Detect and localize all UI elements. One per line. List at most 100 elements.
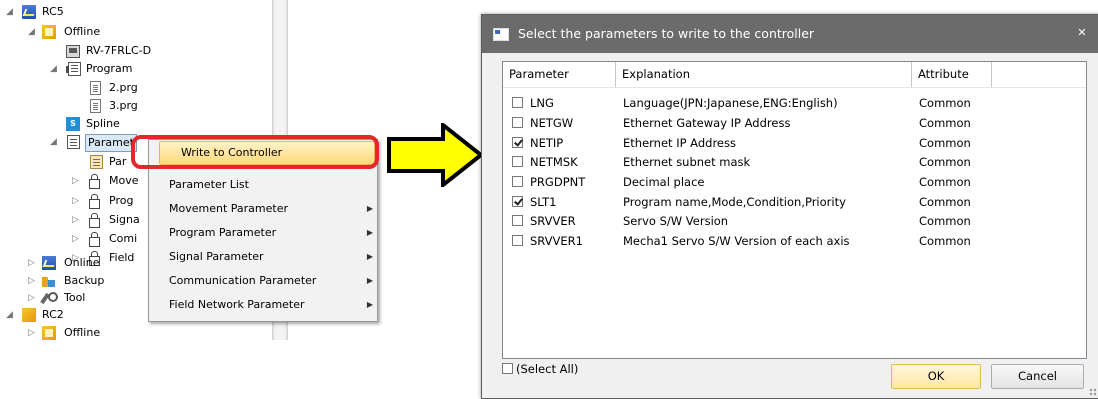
list-item[interactable]: LNG Language(JPN:Japanese,ENG:English) C… — [503, 93, 1086, 113]
tree-node-label: Tool — [64, 291, 86, 304]
collapse-toggle-icon[interactable]: ◢ — [28, 24, 35, 40]
tree-node-robot[interactable]: RV-7FRLC-D — [66, 43, 186, 59]
list-item[interactable]: NETIP Ethernet IP Address Common — [503, 133, 1086, 153]
resize-grip-icon[interactable] — [1089, 388, 1097, 396]
tree-node-parameter-list[interactable]: Par — [90, 154, 130, 170]
spline-icon: S — [66, 117, 80, 131]
parameter-name: NETGW — [530, 116, 574, 130]
tree-node-rc2[interactable]: ◢ RC2 — [6, 307, 96, 323]
controller-icon — [22, 5, 36, 19]
submenu-arrow-icon: ▶ — [366, 228, 373, 237]
write-parameters-dialog: Select the parameters to write to the co… — [481, 14, 1098, 399]
list-item[interactable]: NETMSK Ethernet subnet mask Common — [503, 152, 1086, 172]
column-header-parameter[interactable]: Parameter — [503, 62, 616, 87]
tree-node-label: Move — [109, 174, 139, 187]
tree-node-signal[interactable]: ▷ Signa — [72, 212, 142, 228]
expand-toggle-icon[interactable]: ▷ — [28, 325, 35, 341]
file-icon — [90, 81, 101, 95]
expand-toggle-icon[interactable]: ▷ — [28, 273, 35, 289]
row-checkbox[interactable] — [512, 196, 523, 207]
offline-folder-icon — [42, 25, 56, 39]
row-checkbox[interactable] — [512, 156, 523, 167]
expand-toggle-icon[interactable]: ▷ — [72, 193, 79, 209]
tree-node-movement[interactable]: ▷ Move — [72, 173, 142, 189]
collapse-toggle-icon[interactable]: ◢ — [6, 307, 13, 323]
parameter-explanation: Program name,Mode,Condition,Priority — [623, 195, 846, 209]
dialog-titlebar[interactable]: Select the parameters to write to the co… — [482, 15, 1098, 53]
collapse-toggle-icon[interactable]: ◢ — [50, 61, 57, 77]
tree-node-offline[interactable]: ◢ Offline — [28, 24, 118, 40]
tree-node-label: RC5 — [42, 5, 64, 18]
expand-toggle-icon[interactable]: ▷ — [72, 212, 79, 228]
menu-item-signal-parameter[interactable]: Signal Parameter ▶ — [169, 246, 373, 268]
row-checkbox[interactable] — [512, 215, 523, 226]
tree-node-backup[interactable]: ▷ Backup — [28, 273, 118, 289]
row-checkbox[interactable] — [512, 97, 523, 108]
parameter-name: LNG — [530, 96, 554, 110]
row-checkbox[interactable] — [512, 176, 523, 187]
list-item[interactable]: SLT1 Program name,Mode,Condition,Priorit… — [503, 192, 1086, 212]
parameter-name: NETMSK — [530, 155, 578, 169]
parameter-name: PRGDPNT — [530, 175, 586, 189]
tree-node-label: Paramet — [85, 134, 137, 152]
expand-toggle-icon[interactable]: ▷ — [28, 255, 35, 271]
expand-toggle-icon[interactable]: ▷ — [28, 290, 35, 306]
row-checkbox[interactable] — [512, 137, 523, 148]
tree-node-offline[interactable]: ▷ Offline — [28, 325, 118, 341]
parameter-explanation: Ethernet subnet mask — [623, 155, 751, 169]
tree-node-label: Offline — [64, 326, 101, 339]
tree-node-tool[interactable]: ▷ Tool — [28, 290, 118, 306]
tree-node-label: Par — [109, 155, 127, 168]
parameter-attribute: Common — [919, 234, 971, 248]
menu-item-field-network-parameter[interactable]: Field Network Parameter ▶ — [169, 294, 373, 316]
close-icon[interactable]: ✕ — [1075, 15, 1089, 53]
menu-item-movement-parameter[interactable]: Movement Parameter ▶ — [169, 198, 373, 220]
tree-node-online[interactable]: ▷ Online — [28, 255, 118, 271]
tree-node-label: RV-7FRLC-D — [86, 44, 152, 57]
expand-toggle-icon[interactable]: ▷ — [72, 231, 79, 247]
parameter-explanation: Ethernet Gateway IP Address — [623, 116, 791, 130]
submenu-arrow-icon: ▶ — [366, 300, 373, 309]
offline-folder-icon — [42, 326, 56, 340]
row-checkbox[interactable] — [512, 235, 523, 246]
submenu-arrow-icon: ▶ — [366, 252, 373, 261]
tree-node-label: Online — [64, 256, 100, 269]
collapse-toggle-icon[interactable]: ◢ — [6, 4, 13, 20]
parameter-attribute: Common — [919, 96, 971, 110]
tree-node-label: Program — [86, 62, 133, 75]
tree-node-spline[interactable]: S Spline — [66, 116, 146, 132]
parameter-attribute: Common — [919, 175, 971, 189]
ok-button[interactable]: OK — [891, 364, 981, 389]
menu-item-program-parameter[interactable]: Program Parameter ▶ — [169, 222, 373, 244]
tree-node-program-file[interactable]: 3.prg — [90, 98, 160, 114]
tree-node-program-param[interactable]: ▷ Prog — [72, 193, 142, 209]
menu-item-label: Parameter List — [169, 178, 249, 191]
tree-node-label: Signa — [109, 213, 140, 226]
parameter-attribute: Common — [919, 214, 971, 228]
tree-node-communication[interactable]: ▷ Comi — [72, 231, 142, 247]
list-item[interactable]: NETGW Ethernet Gateway IP Address Common — [503, 113, 1086, 133]
parameter-attribute: Common — [919, 155, 971, 169]
parameter-name: SLT1 — [530, 195, 557, 209]
menu-item-parameter-list[interactable]: Parameter List — [169, 174, 249, 196]
select-all-box[interactable] — [502, 363, 513, 374]
column-header-attribute[interactable]: Attribute — [912, 62, 992, 87]
tree-node-label: 3.prg — [109, 99, 138, 112]
tree-node-rc5[interactable]: ◢ RC5 — [6, 4, 96, 20]
collapse-toggle-icon[interactable]: ◢ — [50, 134, 57, 150]
expand-toggle-icon[interactable]: ▷ — [72, 173, 79, 189]
parameter-explanation: Mecha1 Servo S/W Version of each axis — [623, 234, 850, 248]
menu-item-label: Movement Parameter — [169, 202, 288, 215]
cancel-button[interactable]: Cancel — [991, 364, 1084, 389]
tree-node-program[interactable]: ◢ Program — [50, 61, 150, 77]
lock-icon — [89, 174, 100, 189]
parameter-explanation: Language(JPN:Japanese,ENG:English) — [623, 96, 838, 110]
menu-item-communication-parameter[interactable]: Communication Parameter ▶ — [169, 270, 373, 292]
tree-node-program-file[interactable]: 2.prg — [90, 80, 160, 96]
column-header-explanation[interactable]: Explanation — [616, 62, 912, 87]
tree-node-label: RC2 — [42, 308, 64, 321]
list-item[interactable]: SRVVER Servo S/W Version Common — [503, 211, 1086, 231]
list-item[interactable]: SRVVER1 Mecha1 Servo S/W Version of each… — [503, 231, 1086, 251]
list-item[interactable]: PRGDPNT Decimal place Common — [503, 172, 1086, 192]
row-checkbox[interactable] — [512, 117, 523, 128]
